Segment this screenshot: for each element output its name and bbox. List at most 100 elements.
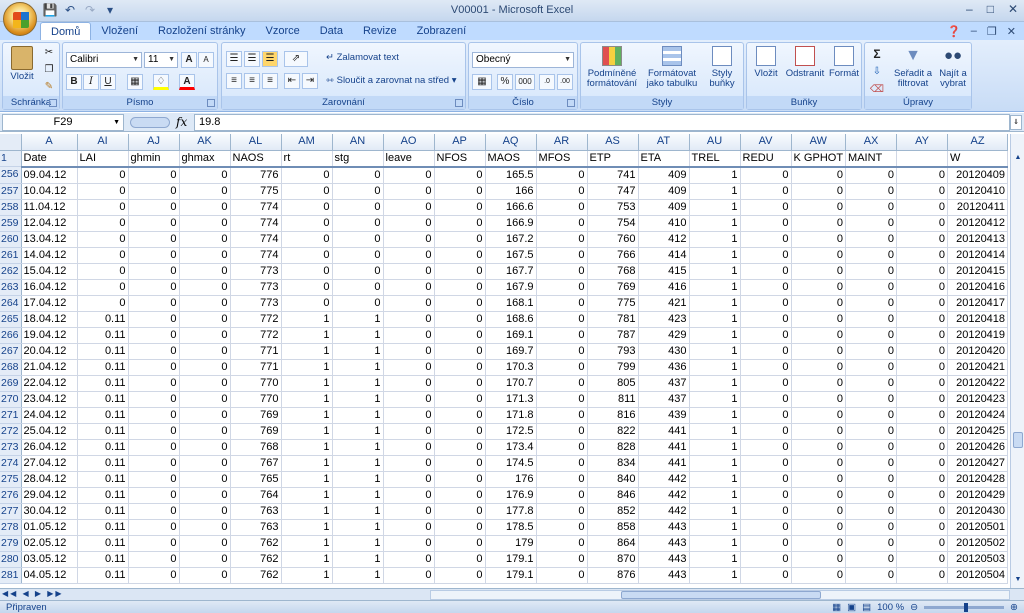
- tab-insert[interactable]: Vložení: [91, 22, 148, 40]
- table-cell[interactable]: 0.11: [77, 455, 129, 472]
- table-cell[interactable]: 0: [383, 279, 435, 296]
- table-cell[interactable]: 0: [434, 423, 486, 440]
- table-cell[interactable]: 768: [230, 439, 282, 456]
- table-cell[interactable]: 172.5: [485, 423, 537, 440]
- table-cell[interactable]: 0: [434, 407, 486, 424]
- office-button[interactable]: [3, 2, 37, 36]
- table-cell[interactable]: 0: [791, 407, 847, 424]
- table-cell[interactable]: 20120429: [947, 487, 1009, 504]
- table-cell[interactable]: 20120416: [947, 279, 1009, 296]
- table-cell[interactable]: 0: [896, 407, 949, 424]
- zoom-slider[interactable]: [924, 603, 1005, 612]
- table-cell[interactable]: 0: [281, 215, 333, 232]
- table-cell[interactable]: 793: [587, 343, 639, 360]
- table-cell[interactable]: 0: [536, 199, 588, 216]
- dialog-launcher-icon[interactable]: [207, 99, 215, 107]
- table-cell[interactable]: 864: [587, 535, 639, 552]
- table-cell[interactable]: 1: [332, 343, 384, 360]
- header-cell[interactable]: TREL: [689, 150, 741, 168]
- table-cell[interactable]: 0: [434, 263, 486, 280]
- table-cell[interactable]: 0: [845, 295, 898, 312]
- table-cell[interactable]: 1: [689, 215, 741, 232]
- table-cell[interactable]: 0: [536, 295, 588, 312]
- table-cell[interactable]: 20.04.12: [21, 343, 78, 360]
- table-cell[interactable]: 0: [332, 295, 384, 312]
- table-cell[interactable]: 0: [128, 183, 180, 200]
- normal-view-icon[interactable]: ▦: [832, 602, 841, 613]
- table-cell[interactable]: 0: [383, 455, 435, 472]
- table-cell[interactable]: 754: [587, 215, 639, 232]
- table-cell[interactable]: 0: [740, 519, 792, 536]
- table-cell[interactable]: 0: [179, 551, 231, 568]
- format-painter-icon[interactable]: ✎: [41, 80, 57, 96]
- tab-view[interactable]: Zobrazení: [407, 22, 477, 40]
- table-cell[interactable]: 0: [128, 247, 180, 264]
- table-cell[interactable]: 858: [587, 519, 639, 536]
- table-cell[interactable]: 0: [740, 439, 792, 456]
- table-cell[interactable]: 0: [128, 407, 180, 424]
- table-cell[interactable]: 0.11: [77, 359, 129, 376]
- table-cell[interactable]: 763: [230, 503, 282, 520]
- table-cell[interactable]: 0: [896, 375, 949, 392]
- maximize-icon[interactable]: □: [987, 2, 994, 16]
- table-cell[interactable]: 0: [845, 423, 898, 440]
- delete-cells-button[interactable]: Odstranit: [785, 46, 825, 79]
- table-cell[interactable]: 179: [485, 535, 537, 552]
- table-cell[interactable]: 0: [740, 295, 792, 312]
- table-cell[interactable]: 0: [791, 311, 847, 328]
- table-cell[interactable]: 0: [179, 295, 231, 312]
- table-cell[interactable]: 0: [383, 391, 435, 408]
- sort-filter-button[interactable]: ▼ Seřadit a filtrovat: [893, 46, 933, 89]
- table-cell[interactable]: 20120501: [947, 519, 1009, 536]
- table-cell[interactable]: 1: [689, 487, 741, 504]
- table-cell[interactable]: 1: [689, 327, 741, 344]
- table-cell[interactable]: 0: [845, 519, 898, 536]
- column-header[interactable]: AK: [179, 134, 231, 151]
- table-cell[interactable]: 0.11: [77, 503, 129, 520]
- table-cell[interactable]: 0: [791, 279, 847, 296]
- table-cell[interactable]: 1: [281, 567, 333, 584]
- table-cell[interactable]: 442: [638, 471, 690, 488]
- column-header[interactable]: AO: [383, 134, 435, 151]
- table-cell[interactable]: 0: [179, 455, 231, 472]
- table-cell[interactable]: 0: [179, 535, 231, 552]
- table-cell[interactable]: 0.11: [77, 343, 129, 360]
- table-cell[interactable]: 0: [740, 423, 792, 440]
- header-cell[interactable]: MAOS: [485, 150, 537, 168]
- table-cell[interactable]: 772: [230, 311, 282, 328]
- table-cell[interactable]: 443: [638, 519, 690, 536]
- column-header[interactable]: AP: [434, 134, 486, 151]
- table-cell[interactable]: 0: [128, 439, 180, 456]
- table-cell[interactable]: 0: [383, 503, 435, 520]
- table-cell[interactable]: 22.04.12: [21, 375, 78, 392]
- table-cell[interactable]: 0: [740, 551, 792, 568]
- table-cell[interactable]: 0: [179, 311, 231, 328]
- table-cell[interactable]: 0.11: [77, 311, 129, 328]
- table-cell[interactable]: 0: [179, 279, 231, 296]
- table-cell[interactable]: 0: [383, 263, 435, 280]
- table-cell[interactable]: 1: [689, 263, 741, 280]
- table-cell[interactable]: 0.11: [77, 375, 129, 392]
- column-header[interactable]: A: [21, 134, 78, 151]
- table-cell[interactable]: 0: [434, 391, 486, 408]
- table-cell[interactable]: 1: [332, 407, 384, 424]
- table-cell[interactable]: 15.04.12: [21, 263, 78, 280]
- table-cell[interactable]: 0: [791, 455, 847, 472]
- table-cell[interactable]: 0: [281, 231, 333, 248]
- table-cell[interactable]: 0: [740, 503, 792, 520]
- table-cell[interactable]: 174.5: [485, 455, 537, 472]
- table-cell[interactable]: 20120502: [947, 535, 1009, 552]
- row-header[interactable]: 273: [0, 439, 22, 456]
- row-header[interactable]: 277: [0, 503, 22, 520]
- column-header[interactable]: AT: [638, 134, 690, 151]
- table-cell[interactable]: 439: [638, 407, 690, 424]
- table-cell[interactable]: 0: [740, 231, 792, 248]
- table-cell[interactable]: 741: [587, 166, 639, 184]
- table-cell[interactable]: 0: [536, 455, 588, 472]
- table-cell[interactable]: 0: [740, 327, 792, 344]
- table-cell[interactable]: 0: [383, 166, 435, 184]
- table-cell[interactable]: 0: [896, 567, 949, 584]
- table-cell[interactable]: 774: [230, 247, 282, 264]
- table-cell[interactable]: 1: [281, 343, 333, 360]
- expand-formula-bar-icon[interactable]: ⇓: [1010, 115, 1022, 130]
